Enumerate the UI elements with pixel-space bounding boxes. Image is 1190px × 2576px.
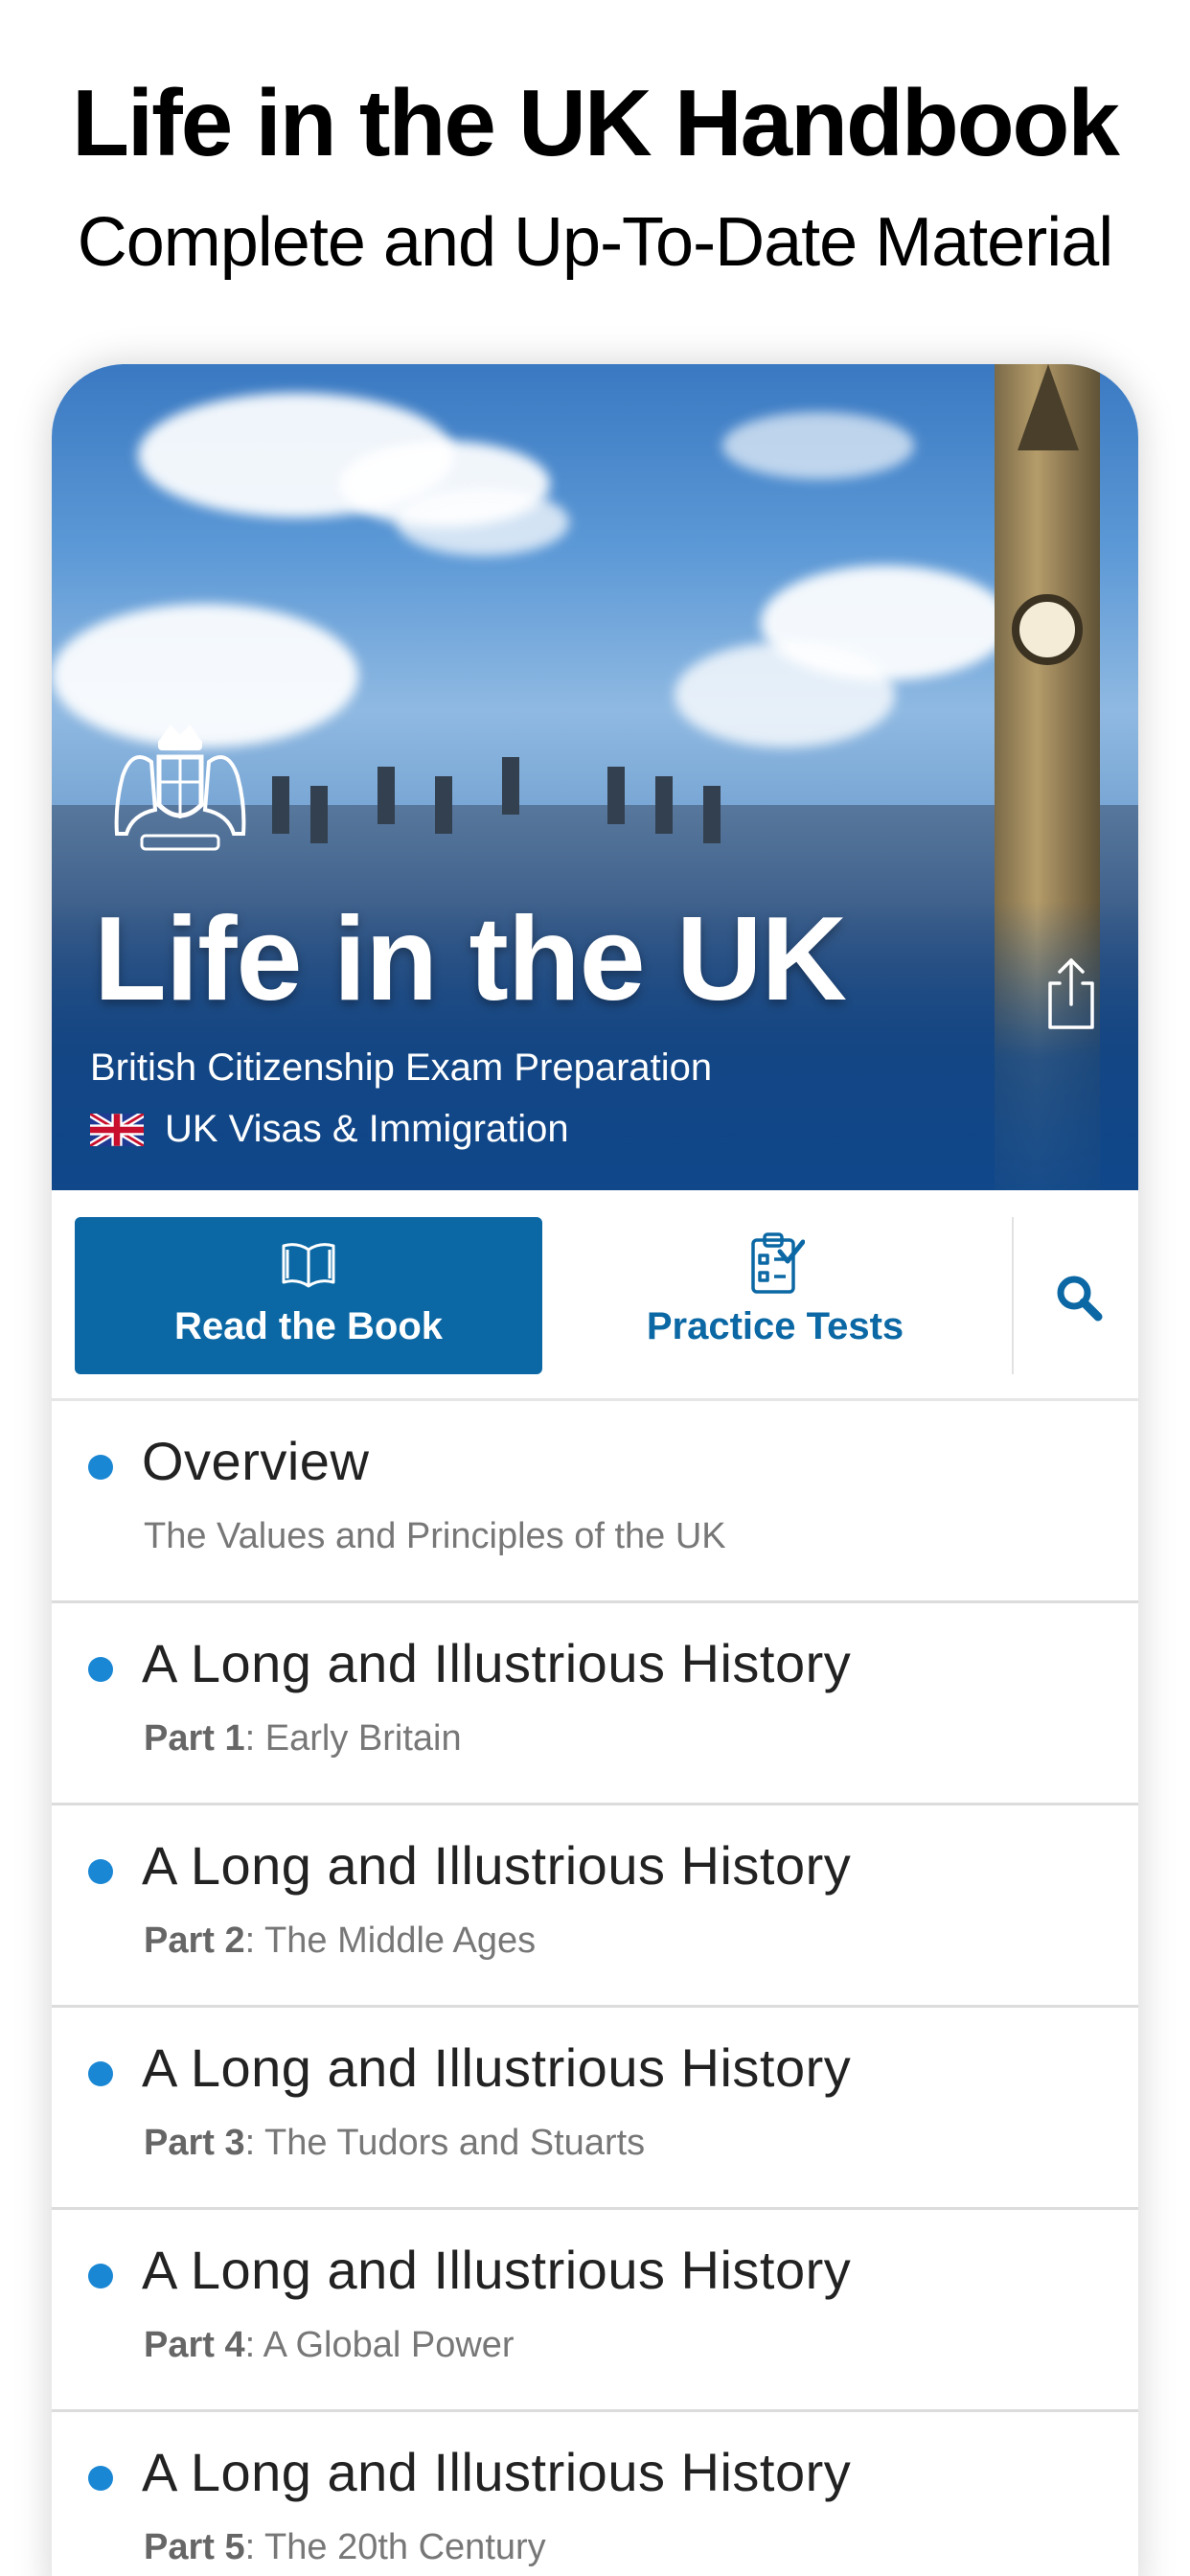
open-book-icon bbox=[282, 1243, 335, 1288]
toolbar-divider bbox=[1012, 1217, 1014, 1374]
promo-subtitle: Complete and Up-To-Date Material bbox=[77, 204, 1113, 281]
chapter-subtitle: Part 3: The Tudors and Stuarts bbox=[144, 2123, 646, 2163]
bullet-icon bbox=[88, 2061, 113, 2086]
hero-subtitle: British Citizenship Exam Preparation bbox=[90, 1046, 713, 1089]
list-item[interactable]: A Long and Illustrious History Part 1: E… bbox=[52, 1603, 1138, 1806]
bullet-icon bbox=[88, 2466, 113, 2491]
promo-title: Life in the UK Handbook bbox=[72, 70, 1120, 175]
search-button[interactable] bbox=[1019, 1217, 1134, 1374]
promo-header: Life in the UK Handbook Complete and Up-… bbox=[0, 0, 1190, 364]
read-book-label: Read the Book bbox=[173, 1305, 444, 1347]
royal-crest-icon bbox=[114, 724, 246, 851]
device-screen: Life in the UK British Citizenship Exam … bbox=[52, 364, 1138, 2576]
bullet-icon bbox=[88, 2264, 113, 2288]
chapter-subtitle: Part 1: Early Britain bbox=[144, 1718, 462, 1759]
list-item[interactable]: A Long and Illustrious History Part 3: T… bbox=[52, 2008, 1138, 2210]
clock-face bbox=[1012, 594, 1083, 665]
bullet-icon bbox=[88, 1859, 113, 1884]
list-item[interactable]: Overview The Values and Principles of th… bbox=[52, 1401, 1138, 1603]
share-icon[interactable] bbox=[1042, 954, 1100, 1031]
hero-banner: Life in the UK British Citizenship Exam … bbox=[52, 364, 1138, 1190]
chapter-title: Overview bbox=[142, 1431, 370, 1491]
chapter-subtitle: Part 2: The Middle Ages bbox=[144, 1920, 537, 1961]
visa-label: UK Visas & Immigration bbox=[165, 1108, 569, 1150]
chapter-subtitle: The Values and Principles of the UK bbox=[144, 1516, 726, 1556]
chapter-title: A Long and Illustrious History bbox=[142, 2442, 852, 2502]
uk-flag-icon bbox=[90, 1114, 144, 1146]
list-item[interactable]: A Long and Illustrious History Part 2: T… bbox=[52, 1806, 1138, 2008]
chapter-title: A Long and Illustrious History bbox=[142, 1835, 852, 1896]
bullet-icon bbox=[88, 1455, 113, 1480]
chapter-title: A Long and Illustrious History bbox=[142, 2240, 852, 2300]
list-item[interactable]: A Long and Illustrious History Part 4: A… bbox=[52, 2210, 1138, 2412]
read-book-button[interactable]: Read the Book bbox=[75, 1217, 542, 1374]
practice-tests-label: Practice Tests bbox=[646, 1305, 904, 1347]
mode-toolbar: Read the Book Practice Tests bbox=[52, 1190, 1138, 1401]
chapter-subtitle: Part 4: A Global Power bbox=[144, 2325, 515, 2365]
bullet-icon bbox=[88, 1657, 113, 1682]
clipboard-check-icon bbox=[751, 1232, 805, 1294]
practice-tests-button[interactable]: Practice Tests bbox=[542, 1217, 1008, 1374]
chapter-list: Overview The Values and Principles of th… bbox=[52, 1401, 1138, 2576]
hero-title: Life in the UK bbox=[94, 893, 847, 1025]
chapter-subtitle: Part 5: The 20th Century bbox=[144, 2527, 546, 2567]
list-item[interactable]: A Long and Illustrious History Part 5: T… bbox=[52, 2412, 1138, 2576]
chapter-title: A Long and Illustrious History bbox=[142, 1633, 852, 1693]
search-icon bbox=[1057, 1276, 1103, 1322]
chapter-title: A Long and Illustrious History bbox=[142, 2037, 852, 2098]
